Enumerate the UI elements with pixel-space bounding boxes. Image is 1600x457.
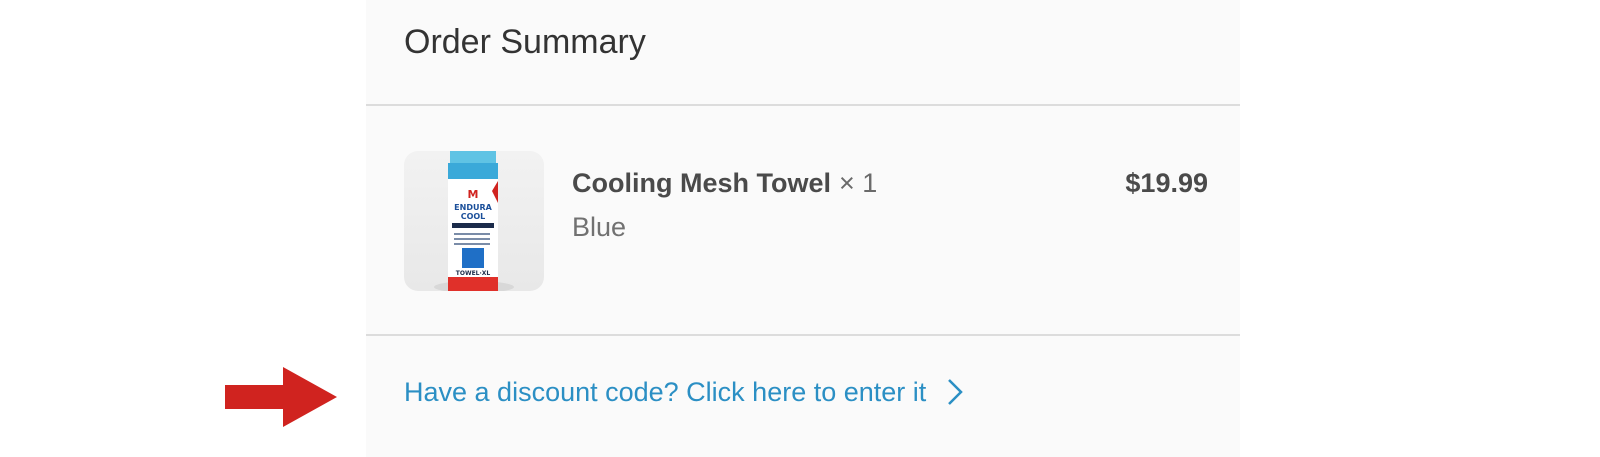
svg-text:COOL: COOL [461,212,486,221]
discount-section: Have a discount code? Click here to ente… [366,336,1240,457]
product-name: Cooling Mesh Towel [572,168,831,198]
product-variant: Blue [572,212,627,242]
svg-text:ENDURA: ENDURA [454,203,492,212]
product-thumbnail: M ENDURA COOL TOWEL·XL [404,151,544,291]
product-price: $19.99 [1125,168,1208,198]
line-item: M ENDURA COOL TOWEL·XL Cooling Mesh Towe… [366,106,1240,336]
checkout-page: Order Summary M ENDURA COOL TOWEL·XL Coo… [0,0,1600,457]
svg-text:TOWEL·XL: TOWEL·XL [456,270,491,277]
cooling-towel-product-image: M ENDURA COOL TOWEL·XL [434,151,514,291]
page-title: Order Summary [404,23,646,61]
chevron-right-icon [948,379,964,405]
red-arrow-annotation-icon [225,367,337,427]
discount-link-label: Have a discount code? Click here to ente… [404,377,927,407]
discount-code-link[interactable]: Have a discount code? Click here to ente… [404,374,966,410]
order-summary-header: Order Summary [366,0,1240,106]
order-summary-panel: Order Summary M ENDURA COOL TOWEL·XL Coo… [366,0,1240,457]
svg-text:M: M [468,188,479,201]
product-title: Cooling Mesh Towel × 1 [572,166,877,200]
product-quantity: × 1 [839,168,878,198]
